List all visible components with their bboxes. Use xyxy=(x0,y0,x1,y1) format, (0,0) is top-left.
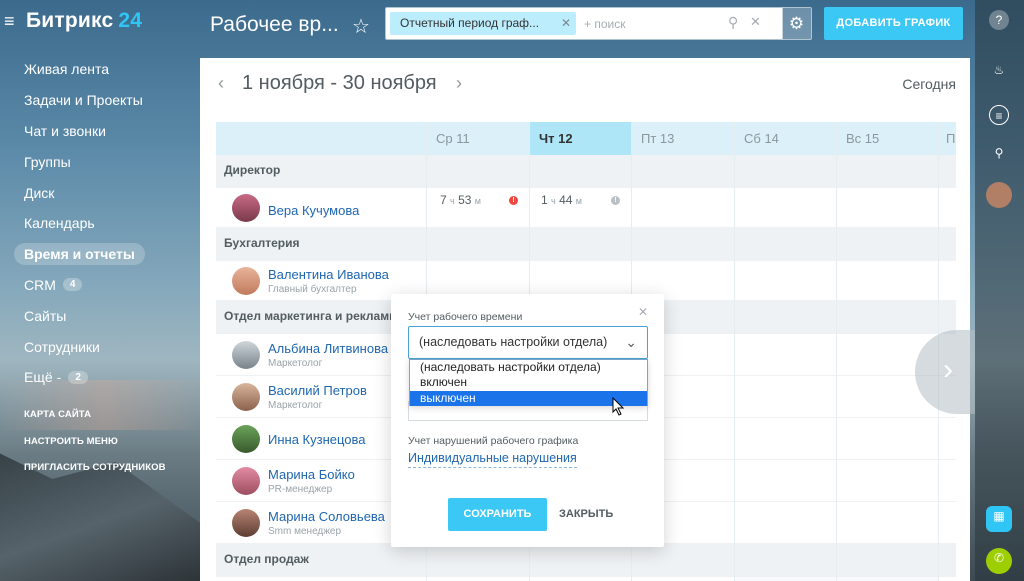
bell-icon[interactable]: ♨ xyxy=(989,60,1009,80)
dept-row: Бухгалтерия xyxy=(216,228,956,261)
chip-close-icon[interactable]: ✕ xyxy=(561,12,571,35)
violations-label: Учет нарушений рабочего графика xyxy=(408,435,579,447)
avatar xyxy=(232,425,260,453)
employee-name[interactable]: Марина Соловьева xyxy=(268,509,385,524)
time-tracking-label: Учет рабочего времени xyxy=(408,311,523,323)
menu-item-feed[interactable]: Живая лента xyxy=(14,54,204,85)
employee-position: Маркетолог xyxy=(268,358,323,369)
employee-name[interactable]: Альбина Литвинова xyxy=(268,341,388,356)
worked-time[interactable]: 1 ч 44 м xyxy=(541,193,582,207)
avatar xyxy=(232,267,260,295)
avatar[interactable] xyxy=(986,182,1012,208)
employee-name[interactable]: Инна Кузнецова xyxy=(268,432,366,447)
employee-position: Smm менеджер xyxy=(268,526,342,537)
employee-position: PR-менеджер xyxy=(268,484,333,495)
avatar xyxy=(232,194,260,222)
search-placeholder[interactable]: + поиск xyxy=(584,17,625,31)
dept-row: Отдел продаж xyxy=(216,544,956,577)
option-inherit[interactable]: (наследовать настройки отдела) xyxy=(410,360,647,375)
search-icon-right[interactable]: ⚲ xyxy=(989,143,1009,163)
day-header: Ср 11 xyxy=(436,131,470,146)
prev-period-icon[interactable]: ‹ xyxy=(218,73,224,94)
close-button[interactable]: ЗАКРЫТЬ xyxy=(559,508,613,520)
filter-chip[interactable]: Отчетный период граф... ✕ xyxy=(390,12,576,35)
filter-search-box[interactable]: Отчетный период граф... ✕ + поиск ⚲ ✕ xyxy=(385,7,783,40)
menu-item-crm[interactable]: CRM 4 xyxy=(14,270,204,301)
app-logo[interactable]: ≡ Битрикс 24 xyxy=(4,9,142,33)
configure-menu-link[interactable]: НАСТРОИТЬ МЕНЮ xyxy=(24,436,118,447)
avatar xyxy=(232,467,260,495)
search-icon[interactable]: ⚲ xyxy=(728,14,738,31)
employee-name[interactable]: Марина Бойко xyxy=(268,467,355,482)
violations-link[interactable]: Индивидуальные нарушения xyxy=(408,451,577,468)
day-header: Сб 14 xyxy=(744,131,779,146)
employee-name[interactable]: Вера Кучумова xyxy=(268,203,359,218)
worked-time[interactable]: 7 ч 53 м xyxy=(440,193,481,207)
employee-name[interactable]: Василий Петров xyxy=(268,383,367,398)
chevron-down-icon: ⌄ xyxy=(625,334,637,350)
day-header: Пн xyxy=(946,131,956,146)
time-tracking-popup: ✕ Учет рабочего времени (наследовать нас… xyxy=(391,294,664,547)
table-row: Вера Кучумова 7 ч 53 м ! 1 ч 44 м ! xyxy=(216,188,956,228)
employee-name[interactable]: Валентина Иванова xyxy=(268,267,389,282)
grid-divider xyxy=(734,122,735,581)
right-sidebar: ? ♨ ≡ ⚲ ▦ ✆ xyxy=(975,0,1024,581)
dept-row: Директор xyxy=(216,155,956,188)
menu-icon[interactable]: ≡ xyxy=(4,11,20,31)
page-title: Рабочее вр... xyxy=(210,13,339,36)
star-icon[interactable]: ☆ xyxy=(352,14,370,39)
option-enabled[interactable]: включен xyxy=(410,375,647,390)
day-header: Пт 13 xyxy=(641,131,675,146)
employee-position: Маркетолог xyxy=(268,400,323,411)
employee-position: Главный бухгалтер xyxy=(268,284,357,295)
menu-item-more[interactable]: Ещё -2 xyxy=(14,362,204,393)
day-header-today: Чт 12 xyxy=(539,131,573,146)
today-button[interactable]: Сегодня xyxy=(902,76,956,92)
phone-icon[interactable]: ✆ xyxy=(986,548,1012,574)
help-icon[interactable]: ? xyxy=(989,10,1009,30)
more-counter-badge: 2 xyxy=(68,370,88,384)
chat-icon[interactable]: ≡ xyxy=(989,105,1009,125)
cursor-icon xyxy=(612,397,625,416)
menu-item-chat[interactable]: Чат и звонки xyxy=(14,116,204,147)
invite-employees-link[interactable]: ПРИГЛАСИТЬ СОТРУДНИКОВ xyxy=(24,462,166,473)
alert-icon[interactable]: ! xyxy=(509,196,518,205)
menu-item-disk[interactable]: Диск xyxy=(14,177,204,208)
day-header: Вс 15 xyxy=(846,131,880,146)
avatar xyxy=(232,341,260,369)
save-button[interactable]: СОХРАНИТЬ xyxy=(448,498,547,531)
next-period-icon[interactable]: › xyxy=(456,73,462,94)
menu-item-employees[interactable]: Сотрудники xyxy=(14,331,204,362)
avatar xyxy=(232,509,260,537)
mobile-icon[interactable]: ▦ xyxy=(986,506,1012,532)
left-menu: Живая лента Задачи и Проекты Чат и звонк… xyxy=(14,54,204,393)
menu-item-sites[interactable]: Сайты xyxy=(14,300,204,331)
menu-item-tasks[interactable]: Задачи и Проекты xyxy=(14,85,204,116)
menu-item-calendar[interactable]: Календарь xyxy=(14,208,204,239)
gear-icon[interactable]: ⚙ xyxy=(781,7,812,40)
add-schedule-button[interactable]: ДОБАВИТЬ ГРАФИК xyxy=(824,7,963,40)
grid-divider xyxy=(836,122,837,581)
period-title: 1 ноября - 30 ноября xyxy=(242,72,437,94)
menu-item-time-reports[interactable]: Время и отчеты xyxy=(14,239,204,270)
time-tracking-select[interactable]: (наследовать настройки отдела) ⌄ xyxy=(408,326,648,359)
avatar xyxy=(232,383,260,411)
menu-item-groups[interactable]: Группы xyxy=(14,146,204,177)
clear-icon[interactable]: ✕ xyxy=(750,14,761,30)
app-name: Битрикс 24 xyxy=(26,9,143,32)
site-map-link[interactable]: КАРТА САЙТА xyxy=(24,409,91,420)
crm-counter-badge: 4 xyxy=(62,278,83,292)
close-icon[interactable]: ✕ xyxy=(638,305,648,319)
info-icon[interactable]: ! xyxy=(611,196,620,205)
